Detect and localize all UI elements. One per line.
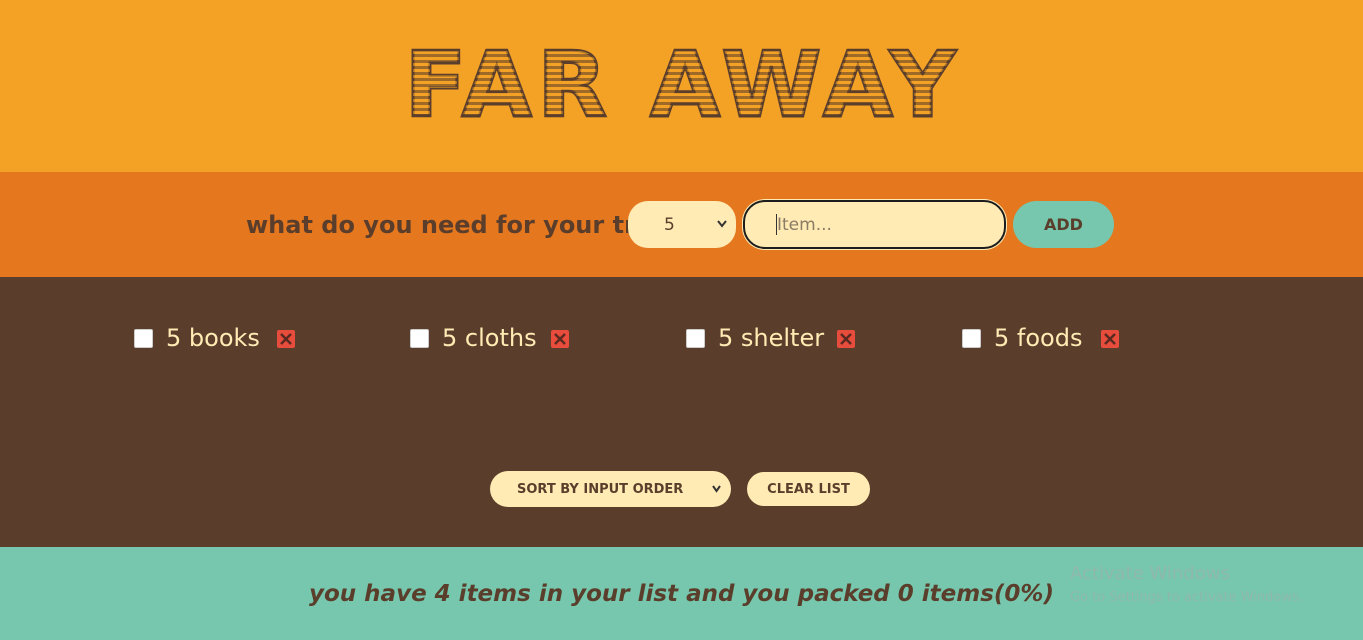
windows-watermark-title: Activate Windows — [1070, 563, 1230, 584]
sort-select[interactable]: SORT BY INPUT ORDER — [490, 471, 731, 507]
app-logo-title: FAR AWAY FAR AWAY — [403, 32, 962, 140]
item-label: 5 foods — [994, 324, 1083, 352]
quantity-value: 5 — [664, 214, 675, 235]
item-label: 5 shelter — [718, 324, 825, 352]
delete-icon[interactable] — [1100, 329, 1120, 349]
text-caret — [776, 214, 777, 235]
packed-checkbox[interactable] — [134, 328, 153, 348]
chevron-down-icon — [712, 485, 721, 493]
list-item: 5 shelter — [686, 322, 824, 354]
clear-list-button[interactable]: CLEAR LIST — [747, 472, 870, 506]
delete-icon[interactable] — [276, 329, 296, 349]
windows-watermark-subtitle: Go to Settings to activate Windows. — [1070, 590, 1303, 605]
packed-checkbox[interactable] — [410, 328, 429, 348]
list-item: 5 cloths — [410, 322, 537, 354]
item-input-placeholder: Item... — [777, 214, 832, 235]
sort-selected-value: SORT BY INPUT ORDER — [517, 481, 684, 497]
packed-checkbox[interactable] — [962, 328, 981, 348]
chevron-down-icon — [717, 220, 727, 228]
item-label: 5 books — [166, 324, 260, 352]
add-button[interactable]: ADD — [1013, 201, 1114, 248]
item-label: 5 cloths — [442, 324, 537, 352]
delete-icon[interactable] — [836, 329, 856, 349]
packed-checkbox[interactable] — [686, 328, 705, 348]
list-item: 5 books — [134, 322, 260, 354]
app-header: FAR AWAY FAR AWAY — [0, 0, 1363, 172]
form-prompt-label: what do you need for your trip — [246, 211, 662, 239]
svg-text:FAR AWAY: FAR AWAY — [405, 33, 962, 138]
item-input[interactable]: Item... — [743, 200, 1006, 249]
list-item: 5 foods — [962, 322, 1082, 354]
delete-icon[interactable] — [550, 329, 570, 349]
